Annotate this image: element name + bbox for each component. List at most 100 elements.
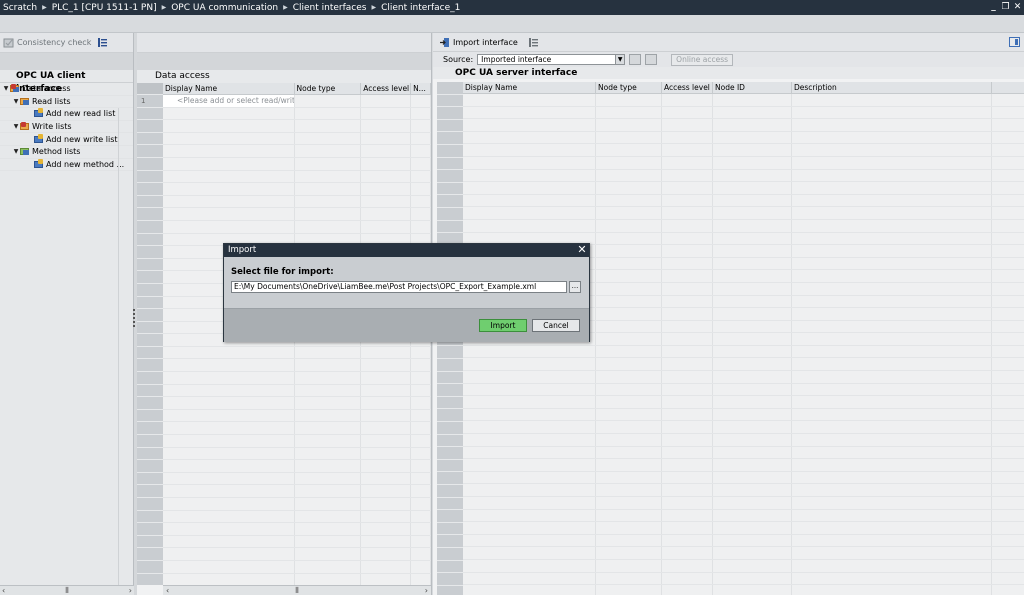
table-cell[interactable] xyxy=(295,447,362,460)
table-cell[interactable] xyxy=(713,169,792,182)
add-item-placeholder[interactable]: <Please add or select read/write... xyxy=(163,95,295,107)
table-cell[interactable] xyxy=(361,107,412,120)
table-cell[interactable] xyxy=(596,459,662,471)
row-number[interactable] xyxy=(437,82,463,95)
row-number[interactable] xyxy=(137,473,163,486)
table-cell[interactable] xyxy=(463,345,596,358)
table-cell[interactable] xyxy=(662,94,713,106)
row-number[interactable] xyxy=(137,347,163,360)
table-cell[interactable] xyxy=(792,345,992,358)
table-cell[interactable] xyxy=(295,107,362,120)
column-header-node[interactable]: N... xyxy=(411,83,431,94)
row-number[interactable] xyxy=(137,561,163,574)
table-cell[interactable] xyxy=(411,523,431,535)
row-number[interactable] xyxy=(437,346,463,360)
table-row[interactable] xyxy=(463,371,1024,384)
table-row[interactable] xyxy=(163,523,431,536)
row-number[interactable] xyxy=(437,372,463,385)
breadcrumb-scratch[interactable]: Scratch xyxy=(3,3,37,13)
table-cell[interactable] xyxy=(163,107,295,120)
row-number[interactable] xyxy=(137,309,163,322)
table-cell[interactable] xyxy=(411,132,431,145)
table-cell[interactable] xyxy=(163,220,295,233)
table-cell[interactable] xyxy=(596,295,662,308)
row-number[interactable] xyxy=(137,435,163,448)
table-cell[interactable] xyxy=(411,560,431,573)
table-row[interactable] xyxy=(463,94,1024,107)
scroll-right-icon[interactable]: › xyxy=(425,586,428,595)
table-cell[interactable] xyxy=(163,409,295,422)
table-cell[interactable] xyxy=(361,170,412,183)
table-cell[interactable] xyxy=(596,94,662,106)
table-cell[interactable] xyxy=(596,282,662,295)
row-number[interactable] xyxy=(437,195,463,208)
center-horizontal-scrollbar[interactable]: ‹ ⦀ › xyxy=(163,585,431,595)
breadcrumb-plc[interactable]: PLC_1 [CPU 1511-1 PN] xyxy=(52,3,157,13)
table-cell[interactable] xyxy=(713,585,792,595)
row-number[interactable] xyxy=(437,422,463,435)
table-cell[interactable] xyxy=(713,358,792,371)
table-cell[interactable] xyxy=(713,282,792,295)
list-view-icon[interactable] xyxy=(528,37,539,48)
table-cell[interactable] xyxy=(713,270,792,282)
file-path-input[interactable]: E:\My Documents\OneDrive\LiamBee.me\Post… xyxy=(231,281,567,293)
table-cell[interactable] xyxy=(361,132,412,145)
table-cell[interactable] xyxy=(596,572,662,585)
table-cell[interactable] xyxy=(792,270,992,282)
scroll-grip-icon[interactable]: ⦀ xyxy=(295,586,299,595)
table-cell[interactable] xyxy=(463,144,596,156)
table-cell[interactable] xyxy=(792,559,992,572)
table-cell[interactable] xyxy=(713,207,792,219)
table-cell[interactable] xyxy=(596,308,662,320)
table-row[interactable] xyxy=(163,208,431,221)
table-cell[interactable] xyxy=(713,106,792,119)
table-row[interactable] xyxy=(463,144,1024,157)
table-cell[interactable] xyxy=(662,131,713,144)
table-cell[interactable] xyxy=(163,195,295,208)
table-row[interactable] xyxy=(163,346,431,360)
table-cell[interactable] xyxy=(713,572,792,585)
table-cell[interactable] xyxy=(596,509,662,522)
table-row[interactable] xyxy=(463,446,1024,460)
table-cell[interactable] xyxy=(463,484,596,496)
row-number[interactable] xyxy=(137,334,163,347)
table-cell[interactable] xyxy=(713,559,792,572)
table-cell[interactable] xyxy=(411,397,431,409)
table-cell[interactable] xyxy=(163,510,295,523)
row-number[interactable] xyxy=(437,523,463,536)
row-number[interactable] xyxy=(437,409,463,423)
table-cell[interactable] xyxy=(463,509,596,522)
table-cell[interactable] xyxy=(792,534,992,547)
row-number[interactable] xyxy=(437,510,463,523)
table-cell[interactable] xyxy=(463,434,596,446)
table-row[interactable] xyxy=(163,573,431,585)
table-row[interactable] xyxy=(463,345,1024,359)
table-cell[interactable] xyxy=(411,472,431,485)
table-cell[interactable] xyxy=(792,434,992,446)
table-cell[interactable] xyxy=(295,183,362,195)
table-cell[interactable] xyxy=(713,534,792,547)
table-cell[interactable] xyxy=(295,95,362,107)
table-cell[interactable] xyxy=(411,120,431,132)
table-cell[interactable] xyxy=(662,295,713,308)
table-cell[interactable] xyxy=(361,372,412,384)
row-number[interactable] xyxy=(437,120,463,133)
table-cell[interactable] xyxy=(463,408,596,421)
table-row[interactable] xyxy=(163,157,431,171)
table-cell[interactable] xyxy=(411,95,431,107)
table-cell[interactable] xyxy=(463,585,596,595)
table-cell[interactable] xyxy=(662,471,713,484)
import-interface-button[interactable]: Import interface xyxy=(439,37,518,48)
table-cell[interactable] xyxy=(163,157,295,170)
scroll-left-icon[interactable]: ‹ xyxy=(166,586,169,595)
table-row[interactable] xyxy=(163,220,431,234)
table-row[interactable] xyxy=(163,485,431,498)
table-cell[interactable] xyxy=(411,107,431,120)
row-number[interactable] xyxy=(137,171,163,184)
row-number[interactable] xyxy=(137,410,163,423)
table-cell[interactable] xyxy=(361,523,412,535)
row-number[interactable] xyxy=(137,158,163,171)
table-cell[interactable] xyxy=(411,447,431,460)
table-cell[interactable] xyxy=(662,383,713,396)
table-cell[interactable] xyxy=(792,572,992,585)
